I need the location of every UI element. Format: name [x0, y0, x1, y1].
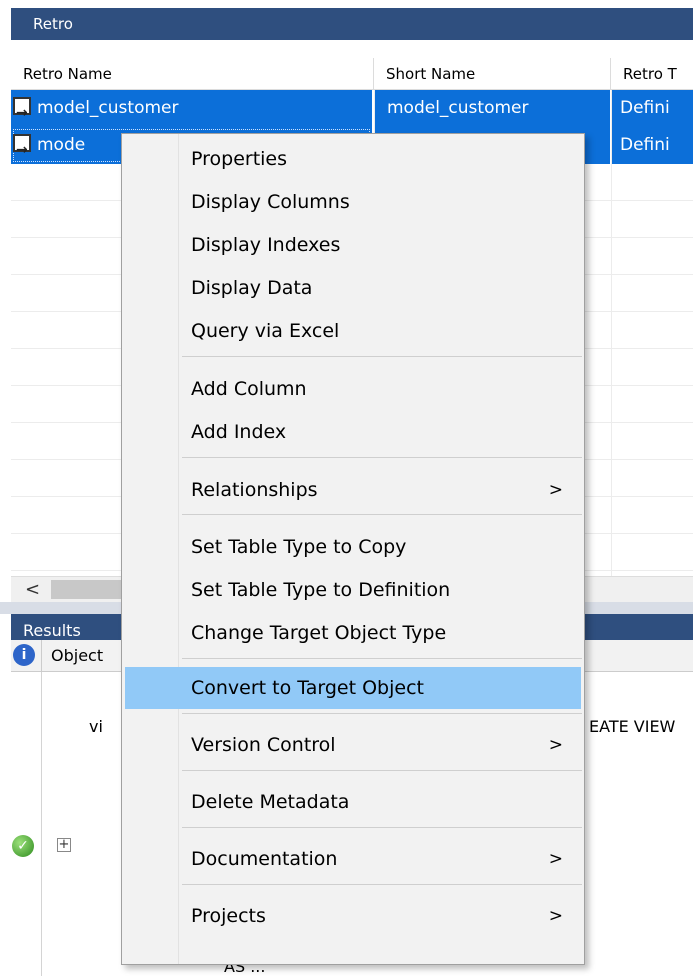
info-icon: i [13, 644, 35, 666]
menu-item-relationships[interactable]: Relationships > [125, 471, 581, 509]
retro-type-cell[interactable]: Defini [612, 90, 693, 127]
menu-separator [182, 884, 582, 885]
retro-type-text: Defini [620, 98, 670, 118]
table-arrow-icon [13, 95, 31, 132]
menu-item-version-control[interactable]: Version Control > [125, 726, 581, 764]
table-arrow-icon [13, 132, 31, 169]
column-header-label: Short Name [386, 65, 476, 83]
retro-type-text: Defini [620, 135, 670, 155]
menu-item-convert-to-target-object[interactable]: Convert to Target Object [125, 667, 581, 709]
menu-separator [182, 514, 582, 515]
retro-name-cell: mode [37, 135, 86, 155]
menu-separator [182, 356, 582, 357]
column-header-short-name[interactable]: Short Name [374, 58, 611, 90]
submenu-arrow-icon: > [548, 480, 563, 500]
retro-type-cell[interactable]: Defini [612, 127, 693, 164]
short-name-text: model_customer [387, 98, 529, 118]
menu-item-display-data[interactable]: Display Data [125, 269, 581, 307]
expand-icon[interactable]: + [57, 838, 71, 852]
menu-separator [182, 713, 582, 714]
retro-panel-title: Retro [11, 8, 693, 40]
submenu-arrow-icon: > [548, 906, 563, 926]
menu-item-display-indexes[interactable]: Display Indexes [125, 226, 581, 264]
retro-name-cell: model_customer [37, 98, 179, 118]
menu-item-delete-metadata[interactable]: Delete Metadata [125, 783, 581, 821]
menu-item-change-target-object-type[interactable]: Change Target Object Type [125, 614, 581, 652]
menu-separator [182, 827, 582, 828]
menu-separator [182, 457, 582, 458]
menu-item-add-column[interactable]: Add Column [125, 370, 581, 408]
table-row-model-customer[interactable]: model_customer [11, 90, 372, 132]
menu-item-display-columns[interactable]: Display Columns [125, 183, 581, 221]
column-header-retro-type[interactable]: Retro T [611, 58, 693, 90]
submenu-arrow-icon: > [548, 735, 563, 755]
menu-item-add-index[interactable]: Add Index [125, 413, 581, 451]
menu-separator [182, 770, 582, 771]
menu-item-properties[interactable]: Properties [125, 140, 581, 178]
column-header-label: Retro Name [23, 65, 112, 83]
scroll-left-icon[interactable]: < [25, 577, 40, 603]
result-text-create-view: EATE VIEW [589, 717, 676, 736]
column-header-object[interactable]: Object [51, 640, 103, 672]
menu-item-set-table-type-definition[interactable]: Set Table Type to Definition [125, 571, 581, 609]
menu-item-projects[interactable]: Projects > [125, 897, 581, 935]
column-header-retro-name[interactable]: Retro Name [11, 58, 374, 90]
menu-item-set-table-type-copy[interactable]: Set Table Type to Copy [125, 528, 581, 566]
success-check-icon: ✓ [12, 835, 34, 857]
menu-separator [182, 658, 582, 659]
short-name-cell[interactable]: model_customer [375, 90, 610, 127]
submenu-arrow-icon: > [548, 849, 563, 869]
menu-item-documentation[interactable]: Documentation > [125, 840, 581, 878]
column-header-label: Retro T [623, 65, 677, 83]
context-menu: Properties Display Columns Display Index… [121, 133, 585, 965]
menu-item-query-via-excel[interactable]: Query via Excel [125, 312, 581, 350]
result-text-vi: vi [89, 717, 103, 736]
scrollbar-thumb[interactable] [51, 580, 131, 599]
